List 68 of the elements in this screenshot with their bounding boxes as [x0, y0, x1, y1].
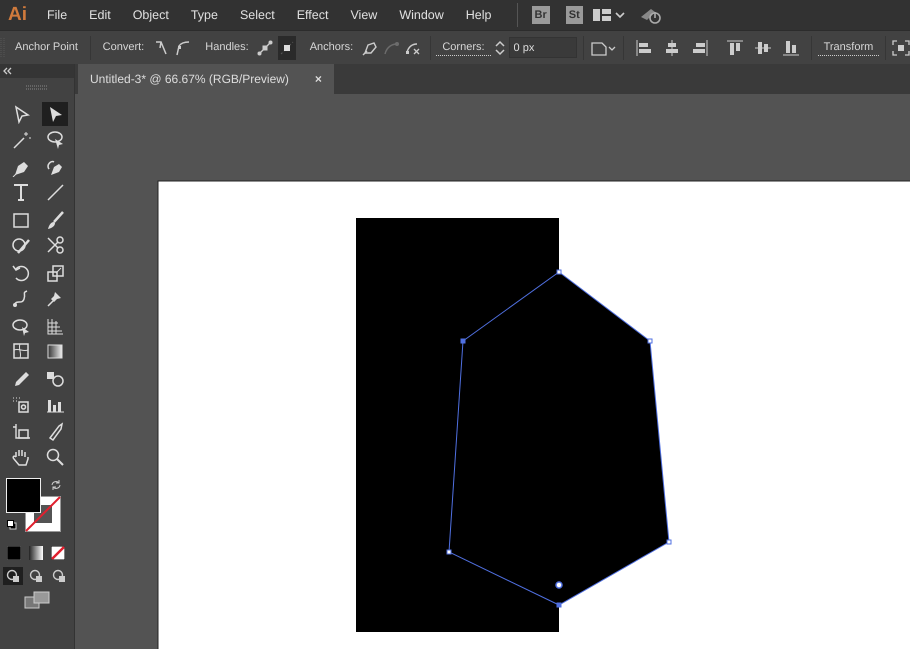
handles-label: Handles:	[204, 40, 250, 56]
lasso-icon	[45, 129, 65, 149]
zoom-icon	[45, 447, 65, 467]
magic-wand-icon	[11, 129, 31, 149]
none-mode-button[interactable]	[50, 545, 66, 561]
anchors-label: Anchors:	[308, 40, 354, 56]
rotate-icon	[11, 263, 31, 283]
perspective-grid-icon	[45, 316, 65, 336]
align-left-icon[interactable]	[634, 38, 653, 56]
selection-arrow-tool[interactable]	[42, 102, 68, 126]
draw-normal-icon	[6, 569, 20, 583]
draw-normal-button[interactable]	[3, 567, 23, 585]
align-bottom-icon[interactable]	[782, 38, 800, 56]
gradient-mode-button[interactable]	[28, 545, 44, 561]
scissors-icon	[45, 235, 65, 255]
draw-inside-icon	[52, 569, 66, 583]
corners-field[interactable]: 0 px	[508, 37, 577, 58]
pen-remove-icon	[362, 40, 378, 56]
swap-icon[interactable]	[50, 479, 62, 491]
document-title: Untitled-3* @ 66.67% (RGB/Preview)	[90, 71, 289, 88]
menu-item[interactable]: File	[36, 0, 78, 30]
panel-grip-icon	[25, 83, 49, 91]
document-tab[interactable]: Untitled-3* @ 66.67% (RGB/Preview) ×	[78, 64, 334, 94]
align-top-icon[interactable]	[726, 38, 744, 56]
paintbrush-icon	[45, 210, 65, 230]
menu-item[interactable]: Effect	[286, 0, 340, 30]
convert-label: Convert:	[102, 40, 146, 56]
menu-item[interactable]: Type	[180, 0, 229, 30]
handles-icon	[257, 40, 274, 56]
close-tab-button[interactable]: ×	[314, 70, 322, 88]
corners-label: Corners:	[436, 38, 491, 56]
blend-icon	[45, 369, 65, 389]
mode-label: Anchor Point	[14, 40, 79, 56]
app-logo: Ai	[7, 2, 28, 27]
connect-icon	[383, 40, 400, 56]
scale-icon	[45, 263, 65, 283]
type-icon	[11, 182, 31, 202]
center-point-handle[interactable]	[555, 581, 563, 589]
color-mode-button[interactable]	[6, 545, 22, 561]
menu-item[interactable]: Object	[122, 0, 180, 30]
menu-item[interactable]: View	[339, 0, 388, 30]
fill-stroke-swatch-drawing[interactable]	[6, 478, 61, 532]
stepper-icon[interactable]	[494, 38, 506, 56]
screen-mode-icon[interactable]	[24, 591, 50, 609]
solid-color-icon	[7, 546, 21, 560]
line-segment-icon	[45, 182, 65, 202]
none-swatch-icon	[51, 546, 65, 560]
menu-item[interactable]: Select	[228, 0, 286, 30]
selected-hexagon-path[interactable]	[446, 270, 672, 608]
workspace-layout-icon[interactable]	[590, 7, 627, 23]
draw-behind-icon	[29, 569, 43, 583]
menu-item[interactable]: Help	[454, 0, 502, 30]
smooth-point-icon	[174, 40, 190, 56]
gradient-swatch-icon	[29, 546, 43, 560]
mesh-icon	[11, 341, 31, 361]
corner-point-icon	[154, 40, 168, 56]
artboard-icon	[11, 422, 31, 442]
isolate-icon[interactable]	[892, 40, 910, 56]
app-badge[interactable]: Br	[532, 6, 550, 24]
hand-icon	[11, 447, 31, 467]
hide-handles-button[interactable]	[278, 36, 296, 60]
transform-link[interactable]: Transform	[818, 38, 880, 56]
default-colors-icon[interactable]	[7, 520, 17, 530]
app-badge[interactable]: St	[566, 6, 583, 24]
hidden-handles-icon	[278, 40, 295, 56]
align-right-icon[interactable]	[690, 38, 709, 56]
menu-item[interactable]: Edit	[78, 0, 122, 30]
menu-item[interactable]: Window	[388, 0, 455, 30]
